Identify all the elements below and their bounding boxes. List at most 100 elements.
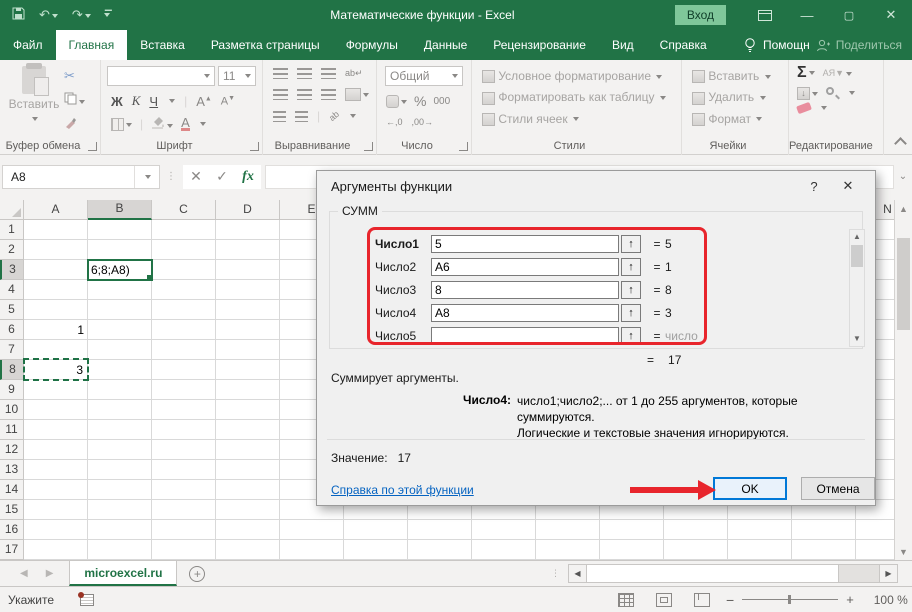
cancel-button[interactable]: Отмена <box>801 477 875 500</box>
merge-center-icon[interactable] <box>345 87 369 101</box>
formula-bar-splitter[interactable]: ⋮ <box>166 171 177 182</box>
tab-главная[interactable]: Главная <box>56 30 128 60</box>
maximize-button[interactable]: ▢ <box>828 0 870 30</box>
column-header-A[interactable]: A <box>24 200 88 220</box>
row-header-14[interactable]: 14 <box>0 480 24 500</box>
page-break-view-icon[interactable] <box>694 593 710 607</box>
shrink-font-icon[interactable]: A▼ <box>221 95 235 108</box>
tab-рецензирование[interactable]: Рецензирование <box>480 30 599 60</box>
increase-decimal-icon[interactable]: ←,0 <box>386 117 403 127</box>
find-select-icon[interactable] <box>826 87 839 100</box>
macro-record-icon[interactable] <box>80 594 94 606</box>
collapse-ribbon-icon[interactable] <box>894 137 907 150</box>
tab-вставка[interactable]: Вставка <box>127 30 198 60</box>
save-icon[interactable] <box>12 7 25 23</box>
argument-input-5[interactable] <box>431 327 619 345</box>
redo-icon[interactable]: ↷ <box>72 7 91 23</box>
row-header-2[interactable]: 2 <box>0 240 24 260</box>
delete-cells-button[interactable]: Удалить <box>692 90 788 104</box>
collapse-dialog-icon-4[interactable]: ↑ <box>621 304 641 322</box>
row-header-11[interactable]: 11 <box>0 420 24 440</box>
cell-styles-button[interactable]: Стили ячеек <box>482 112 681 126</box>
name-box[interactable]: A8 <box>2 165 160 189</box>
scroll-up-icon[interactable]: ▲ <box>895 200 912 217</box>
scroll-down-icon[interactable]: ▼ <box>895 543 912 560</box>
tab-данные[interactable]: Данные <box>411 30 480 60</box>
tab-разметка-страницы[interactable]: Разметка страницы <box>198 30 333 60</box>
zoom-in-icon[interactable]: + <box>846 592 854 607</box>
customize-qat-icon[interactable]: ▔ <box>105 10 112 21</box>
argument-input-4[interactable] <box>431 304 619 322</box>
tab-файл[interactable]: Файл <box>0 30 56 60</box>
number-dialog-launcher[interactable] <box>459 142 468 151</box>
copy-icon[interactable] <box>64 92 85 108</box>
new-sheet-icon[interactable]: + <box>189 566 205 582</box>
ok-button[interactable]: OK <box>713 477 787 500</box>
fill-icon[interactable]: ↓ <box>797 86 818 100</box>
row-header-7[interactable]: 7 <box>0 340 24 360</box>
row-header-15[interactable]: 15 <box>0 500 24 520</box>
dialog-titlebar[interactable]: Аргументы функции ? ✕ <box>317 171 875 201</box>
font-color-icon[interactable]: А <box>181 117 190 131</box>
dialog-scroll-thumb[interactable] <box>851 245 863 267</box>
scroll-left-icon[interactable]: ◀ <box>569 565 587 582</box>
column-header-D[interactable]: D <box>216 200 280 220</box>
conditional-formatting-button[interactable]: Условное форматирование <box>482 69 681 83</box>
row-header-5[interactable]: 5 <box>0 300 24 320</box>
dialog-close-icon[interactable]: ✕ <box>831 173 865 199</box>
underline-button[interactable]: Ч <box>149 94 158 109</box>
tab-справка[interactable]: Справка <box>647 30 720 60</box>
dialog-scrollbar[interactable]: ▲ ▼ <box>849 229 865 347</box>
align-center-icon[interactable] <box>297 89 312 100</box>
cell-a6[interactable]: 1 <box>24 320 88 340</box>
tab-формулы[interactable]: Формулы <box>333 30 411 60</box>
row-header-10[interactable]: 10 <box>0 400 24 420</box>
align-right-icon[interactable] <box>321 89 336 100</box>
bold-button[interactable]: Ж <box>111 94 123 109</box>
column-header-C[interactable]: C <box>152 200 216 220</box>
dialog-scroll-down-icon[interactable]: ▼ <box>850 332 864 346</box>
tab-вид[interactable]: Вид <box>599 30 647 60</box>
next-sheet-icon[interactable]: ▶ <box>46 568 54 579</box>
argument-input-2[interactable] <box>431 258 619 276</box>
row-header-6[interactable]: 6 <box>0 320 24 340</box>
insert-function-button[interactable]: fx <box>235 165 261 189</box>
fill-color-icon[interactable] <box>151 116 173 132</box>
row-header-4[interactable]: 4 <box>0 280 24 300</box>
function-help-link[interactable]: Справка по этой функции <box>331 483 474 497</box>
borders-icon[interactable] <box>111 117 132 131</box>
horizontal-scroll-thumb[interactable] <box>587 565 839 582</box>
argument-input-1[interactable] <box>431 235 619 253</box>
scroll-right-icon[interactable]: ▶ <box>879 565 897 582</box>
row-header-9[interactable]: 9 <box>0 380 24 400</box>
cut-icon[interactable]: ✂ <box>64 68 85 84</box>
cell-a8-marching-ants[interactable]: 3 <box>23 358 89 381</box>
comma-style-icon[interactable]: 000 <box>433 96 450 107</box>
normal-view-icon[interactable] <box>618 593 634 607</box>
helper-item[interactable]: Помощн <box>744 38 810 53</box>
name-box-dropdown-icon[interactable] <box>134 166 159 188</box>
increase-indent-icon[interactable] <box>295 111 308 122</box>
minimize-button[interactable]: — <box>786 0 828 30</box>
cancel-entry-button[interactable]: ✕ <box>183 165 209 189</box>
accounting-format-icon[interactable] <box>386 94 407 108</box>
format-cells-button[interactable]: Формат <box>692 112 788 126</box>
font-name-combobox[interactable] <box>107 66 215 86</box>
autosum-button[interactable]: Σ <box>797 64 815 82</box>
sign-in-button[interactable]: Вход <box>675 5 726 25</box>
vertical-scrollbar[interactable]: ▲ ▼ <box>894 200 912 560</box>
paste-button[interactable]: Вставить <box>8 66 60 125</box>
format-painter-icon[interactable] <box>64 116 85 132</box>
close-button[interactable]: ✕ <box>870 0 912 30</box>
page-layout-view-icon[interactable] <box>656 593 672 607</box>
prev-sheet-icon[interactable]: ◀ <box>20 568 28 579</box>
column-header-B[interactable]: B <box>88 200 152 220</box>
number-format-combobox[interactable]: Общий <box>385 66 463 86</box>
decrease-decimal-icon[interactable]: ,00→ <box>412 117 434 127</box>
row-header-3[interactable]: 3 <box>0 260 24 280</box>
collapse-dialog-icon-5[interactable]: ↑ <box>621 327 641 345</box>
zoom-slider[interactable] <box>742 599 838 600</box>
horizontal-scrollbar[interactable]: ◀ ▶ <box>568 564 898 583</box>
wrap-text-icon[interactable]: ab↵ <box>345 68 363 79</box>
zoom-slider-thumb[interactable] <box>788 595 791 604</box>
